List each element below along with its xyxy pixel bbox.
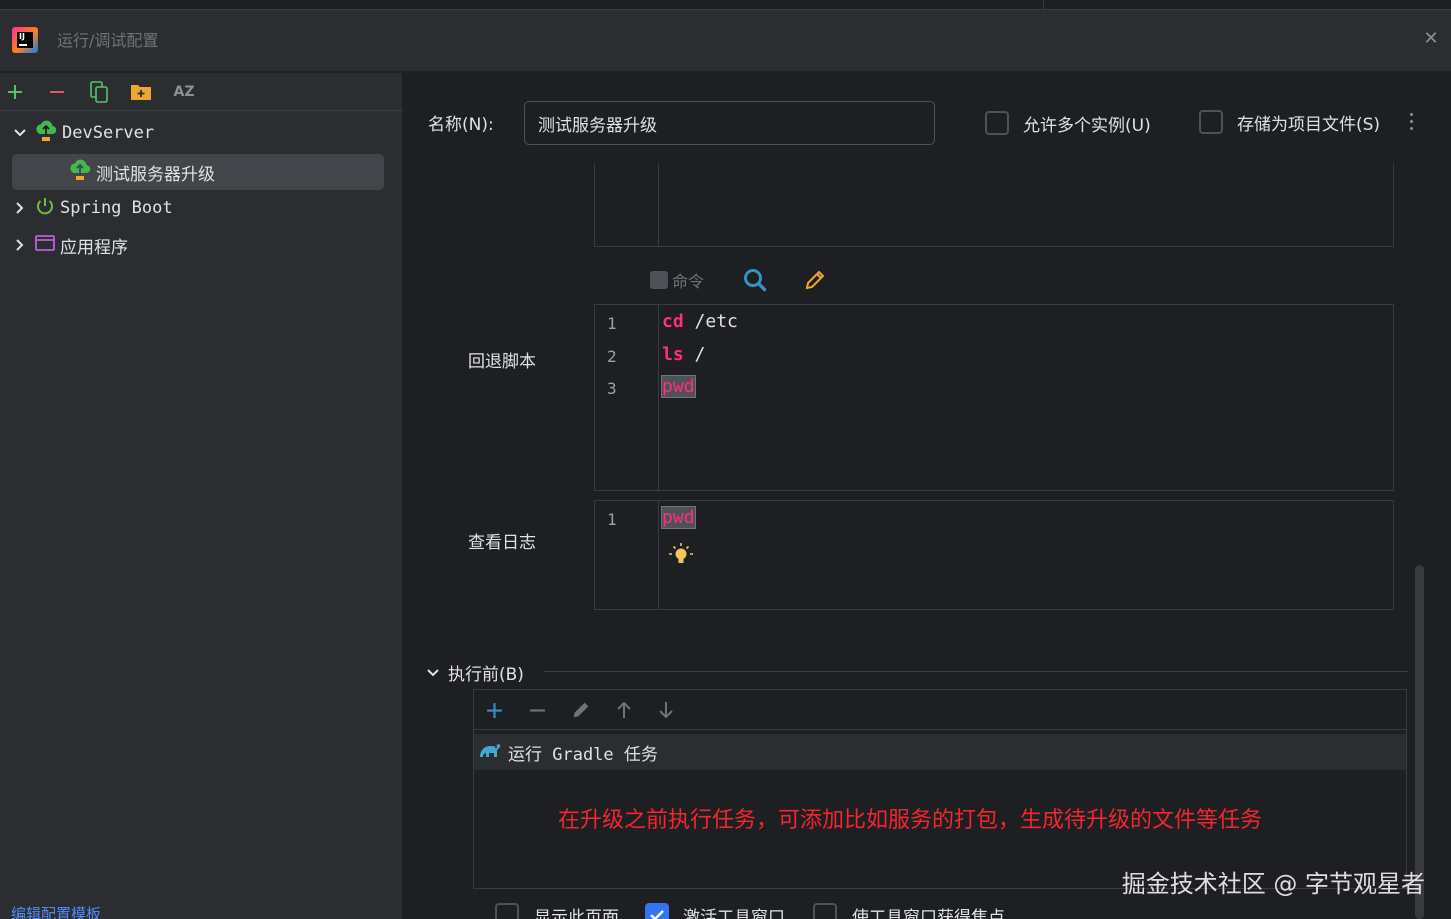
line-gutter <box>595 501 659 609</box>
deploy-cloud-icon <box>34 120 58 146</box>
task-label: 运行 Gradle 任务 <box>508 744 658 765</box>
line-gutter <box>595 305 659 490</box>
tree-item-label: DevServer <box>62 123 155 143</box>
chevron-right-icon[interactable] <box>12 201 28 215</box>
chevron-down-icon[interactable] <box>426 666 440 680</box>
line-gutter <box>595 163 659 246</box>
code-command: pwd <box>661 506 696 529</box>
deploy-cloud-icon <box>68 159 92 185</box>
focus-window-label: 使工具窗口获得焦点 <box>852 908 1005 919</box>
top-strip <box>0 0 1451 10</box>
add-task-icon[interactable] <box>486 702 503 723</box>
new-folder-icon[interactable] <box>129 80 153 104</box>
tree-item-test-server-upgrade[interactable]: 测试服务器升级 <box>12 154 384 190</box>
command-label: 命令 <box>672 272 705 291</box>
window-title: 运行/调试配置 <box>57 31 159 50</box>
line-number: 3 <box>607 379 617 398</box>
edit-task-icon[interactable] <box>570 699 592 725</box>
chevron-right-icon[interactable] <box>12 238 28 252</box>
upgrade-script-editor[interactable] <box>594 163 1394 247</box>
remove-icon[interactable] <box>45 80 69 104</box>
tree-toolbar: AZ <box>0 73 403 111</box>
tree-item-devserver[interactable]: DevServer <box>12 115 392 151</box>
code-line: cd /etc <box>662 311 738 332</box>
section-divider <box>544 671 1408 672</box>
sort-az-label: AZ <box>173 84 195 100</box>
application-window-icon <box>34 233 56 257</box>
line-number: 1 <box>607 314 617 333</box>
tree-item-label: 应用程序 <box>60 237 128 258</box>
show-page-checkbox[interactable] <box>495 903 519 919</box>
name-label: 名称(N): <box>428 115 494 135</box>
close-icon[interactable]: ✕ <box>1421 29 1441 49</box>
activate-window-checkbox[interactable] <box>645 903 669 919</box>
store-as-file-checkbox[interactable] <box>1199 110 1223 134</box>
code-line: ls / <box>662 344 705 365</box>
tree-item-label: Spring Boot <box>60 198 173 218</box>
rollback-script-editor[interactable]: 1 2 3 cd /etc ls / pwd <box>594 304 1394 491</box>
code-line: pwd <box>661 375 696 398</box>
task-row[interactable]: 运行 Gradle 任务 <box>474 734 1406 770</box>
store-as-file-label: 存储为项目文件(S) <box>1237 115 1381 135</box>
before-launch-header[interactable]: 执行前(B) <box>426 660 524 685</box>
view-log-editor[interactable]: 1 pwd <box>594 500 1394 610</box>
focus-window-checkbox[interactable] <box>813 903 837 919</box>
remove-task-icon[interactable] <box>529 702 546 723</box>
rollback-label: 回退脚本 <box>468 352 536 372</box>
annotation-text: 在升级之前执行任务，可添加比如服务的打包，生成待升级的文件等任务 <box>558 808 1263 833</box>
power-icon <box>34 195 56 221</box>
search-icon[interactable] <box>742 267 768 297</box>
allow-multiple-label: 允许多个实例(U) <box>1023 116 1151 136</box>
tree-item-label: 测试服务器升级 <box>96 164 215 185</box>
code-argument: /etc <box>683 311 738 332</box>
chevron-down-icon[interactable] <box>12 126 28 140</box>
add-icon[interactable] <box>3 80 27 104</box>
pencil-icon[interactable] <box>803 268 827 296</box>
line-number: 1 <box>607 510 617 529</box>
top-strip-divider <box>1043 0 1044 10</box>
task-toolbar <box>474 690 1406 730</box>
before-launch-title: 执行前(B) <box>448 665 524 685</box>
code-line: pwd <box>661 506 696 529</box>
intellij-logo-icon: IJ <box>12 27 38 53</box>
watermark: 掘金技术社区 @ 字节观星者 <box>1121 870 1425 898</box>
config-tree-panel: AZ DevServer 测试服务器升级 Spring Boot 应用程序 编辑… <box>0 73 403 919</box>
allow-multiple-checkbox[interactable] <box>985 111 1009 135</box>
command-checkbox[interactable] <box>650 271 668 289</box>
sort-az-icon[interactable]: AZ <box>172 80 196 104</box>
gradle-icon <box>478 740 502 764</box>
lightbulb-icon[interactable] <box>669 542 693 572</box>
show-page-label: 显示此页面 <box>534 908 619 919</box>
more-options-icon[interactable] <box>1407 113 1415 133</box>
view-log-label: 查看日志 <box>468 533 536 553</box>
code-command: ls <box>662 344 684 365</box>
checkmark-icon <box>650 910 664 919</box>
before-launch-task-list: 运行 Gradle 任务 在升级之前执行任务，可添加比如服务的打包，生成待升级的… <box>473 689 1407 889</box>
line-number: 2 <box>607 347 617 366</box>
move-down-icon[interactable] <box>656 700 676 724</box>
activate-window-label: 激活工具窗口 <box>683 908 785 919</box>
config-detail-panel: 名称(N): 允许多个实例(U) 存储为项目文件(S) 命令 回退脚本 1 2 … <box>404 73 1451 919</box>
name-input[interactable] <box>524 101 935 145</box>
tree-item-spring-boot[interactable]: Spring Boot <box>12 190 392 226</box>
edit-config-templates-link[interactable]: 编辑配置模板 <box>11 903 101 919</box>
copy-icon[interactable] <box>87 80 111 104</box>
code-command: pwd <box>661 375 696 398</box>
tree-item-application[interactable]: 应用程序 <box>12 227 392 263</box>
code-argument: / <box>683 344 706 365</box>
logo-text: IJ <box>17 32 33 48</box>
code-command: cd <box>662 311 684 332</box>
title-bar: IJ 运行/调试配置 ✕ <box>0 10 1451 72</box>
move-up-icon[interactable] <box>614 700 634 724</box>
